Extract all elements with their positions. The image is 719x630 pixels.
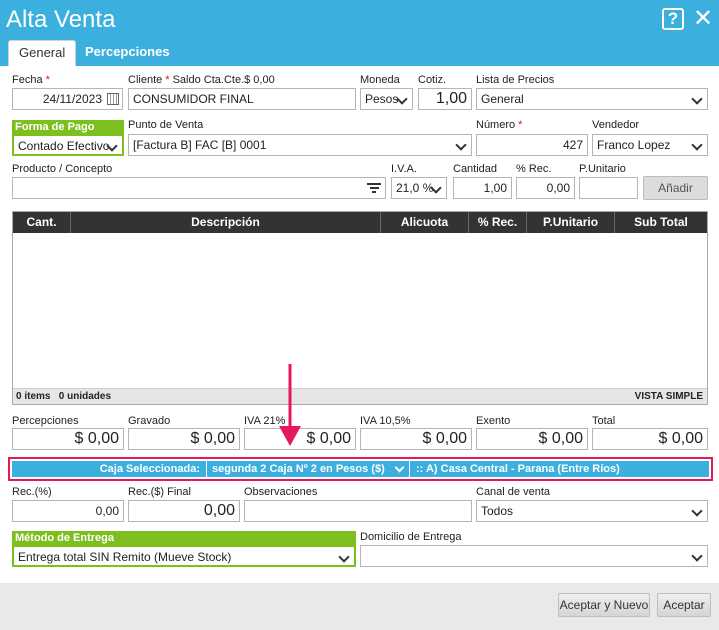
rec-final-field[interactable]: 0,00	[128, 500, 240, 522]
grid-header: Cant. Descripción Alicuota % Rec. P.Unit…	[13, 212, 707, 233]
moneda-label: Moneda	[360, 74, 400, 86]
caja-highlight: Caja Seleccionada: segunda 2 Caja Nº 2 e…	[8, 457, 713, 481]
grid-footer: 0 items 0 unidades VISTA SIMPLE	[13, 388, 707, 404]
exento-total: $ 0,00	[476, 428, 588, 450]
punto-venta-select[interactable]: [Factura B] FAC [B] 0001	[128, 134, 472, 156]
gravado-label: Gravado	[128, 415, 171, 427]
rec-field[interactable]: 0,00	[516, 177, 575, 199]
total-label: Total	[592, 415, 616, 427]
caja-sucursal: :: A) Casa Central - Parana (Entre Ríos)	[416, 463, 620, 475]
iva105-label: IVA 10,5%	[360, 415, 411, 427]
aceptar-button[interactable]: Aceptar	[657, 593, 711, 617]
cotiz-field[interactable]: 1,00	[418, 88, 472, 110]
annotation-arrow-icon	[279, 364, 301, 446]
rec-pct-label: Rec.(%)	[12, 486, 52, 498]
items-grid: Cant. Descripción Alicuota % Rec. P.Unit…	[12, 211, 708, 405]
vendedor-label: Vendedor	[592, 119, 640, 131]
observaciones-label: Observaciones	[244, 486, 318, 498]
rec-final-label: Rec.($) Final	[128, 486, 191, 498]
aceptar-y-nuevo-button[interactable]: Aceptar y Nuevo	[558, 593, 650, 617]
grand-total: $ 0,00	[592, 428, 708, 450]
caja-select[interactable]: segunda 2 Caja Nº 2 en Pesos ($)	[206, 461, 410, 477]
numero-label: Número *	[476, 119, 523, 131]
fecha-field[interactable]: 24/11/2023	[12, 88, 123, 110]
add-button[interactable]: Añadir	[643, 176, 708, 200]
numero-field[interactable]: 427	[476, 134, 588, 156]
caja-label: Caja Seleccionada:	[99, 463, 200, 475]
producto-label: Producto / Concepto	[12, 163, 113, 175]
vista-simple-toggle[interactable]: VISTA SIMPLE	[635, 389, 703, 404]
cotiz-label: Cotiz.	[418, 74, 447, 86]
iva-select[interactable]: 21,0 %	[391, 177, 447, 199]
column-header[interactable]: Descripción	[71, 212, 381, 233]
caja-bar: Caja Seleccionada: segunda 2 Caja Nº 2 e…	[12, 461, 709, 477]
window-title: Alta Venta	[6, 6, 116, 33]
rec-label: % Rec.	[516, 163, 552, 175]
punitario-label: P.Unitario	[579, 163, 626, 175]
metodo-entrega-label: Método de Entrega	[12, 531, 356, 545]
tab-general[interactable]: General	[8, 40, 77, 66]
percepciones-label: Percepciones	[12, 415, 79, 427]
tab-percepciones[interactable]: Percepciones	[75, 40, 180, 66]
column-header[interactable]: % Rec.	[469, 212, 527, 233]
lista-precios-label: Lista de Precios	[476, 74, 555, 86]
domicilio-label: Domicilio de Entrega	[360, 531, 462, 543]
exento-label: Exento	[476, 415, 511, 427]
calendar-icon[interactable]	[107, 93, 119, 105]
cliente-field[interactable]: CONSUMIDOR FINAL	[128, 88, 356, 110]
iva-label: I.V.A.	[391, 163, 417, 175]
punitario-field[interactable]	[579, 177, 638, 199]
column-header[interactable]: P.Unitario	[527, 212, 615, 233]
filter-icon[interactable]	[367, 183, 381, 195]
vendedor-select[interactable]: Franco Lopez	[592, 134, 708, 156]
cliente-label: Cliente * Saldo Cta.Cte.$ 0,00	[128, 74, 275, 86]
footer-bar: Aceptar y Nuevo Aceptar	[0, 583, 719, 630]
help-icon[interactable]: ?	[662, 8, 684, 30]
domicilio-select[interactable]	[360, 545, 708, 567]
observaciones-input[interactable]	[244, 500, 472, 522]
column-header[interactable]: Sub Total	[615, 212, 707, 233]
forma-pago-select[interactable]: Contado Efectivo	[12, 134, 124, 156]
punto-venta-label: Punto de Venta	[128, 119, 204, 131]
fecha-label: Fecha *	[12, 74, 50, 86]
percepciones-total: $ 0,00	[12, 428, 124, 450]
iva105-total: $ 0,00	[360, 428, 472, 450]
close-icon[interactable]: ✕	[691, 6, 715, 32]
canal-select[interactable]: Todos	[476, 500, 708, 522]
gravado-total: $ 0,00	[128, 428, 240, 450]
cantidad-label: Cantidad	[453, 163, 498, 175]
producto-input[interactable]	[12, 177, 386, 199]
rec-pct-field[interactable]: 0,00	[12, 500, 124, 522]
canal-label: Canal de venta	[476, 486, 550, 498]
moneda-select[interactable]: Pesos	[360, 88, 413, 110]
items-count: 0 items 0 unidades	[16, 391, 112, 402]
title-bar: Alta Venta ? ✕ General Percepciones	[0, 0, 719, 66]
forma-pago-label: Forma de Pago	[12, 120, 124, 134]
lista-precios-select[interactable]: General	[476, 88, 708, 110]
metodo-entrega-select[interactable]: Entrega total SIN Remito (Mueve Stock)	[12, 545, 356, 567]
cantidad-field[interactable]: 1,00	[453, 177, 512, 199]
column-header[interactable]: Cant.	[13, 212, 71, 233]
column-header[interactable]: Alicuota	[381, 212, 469, 233]
